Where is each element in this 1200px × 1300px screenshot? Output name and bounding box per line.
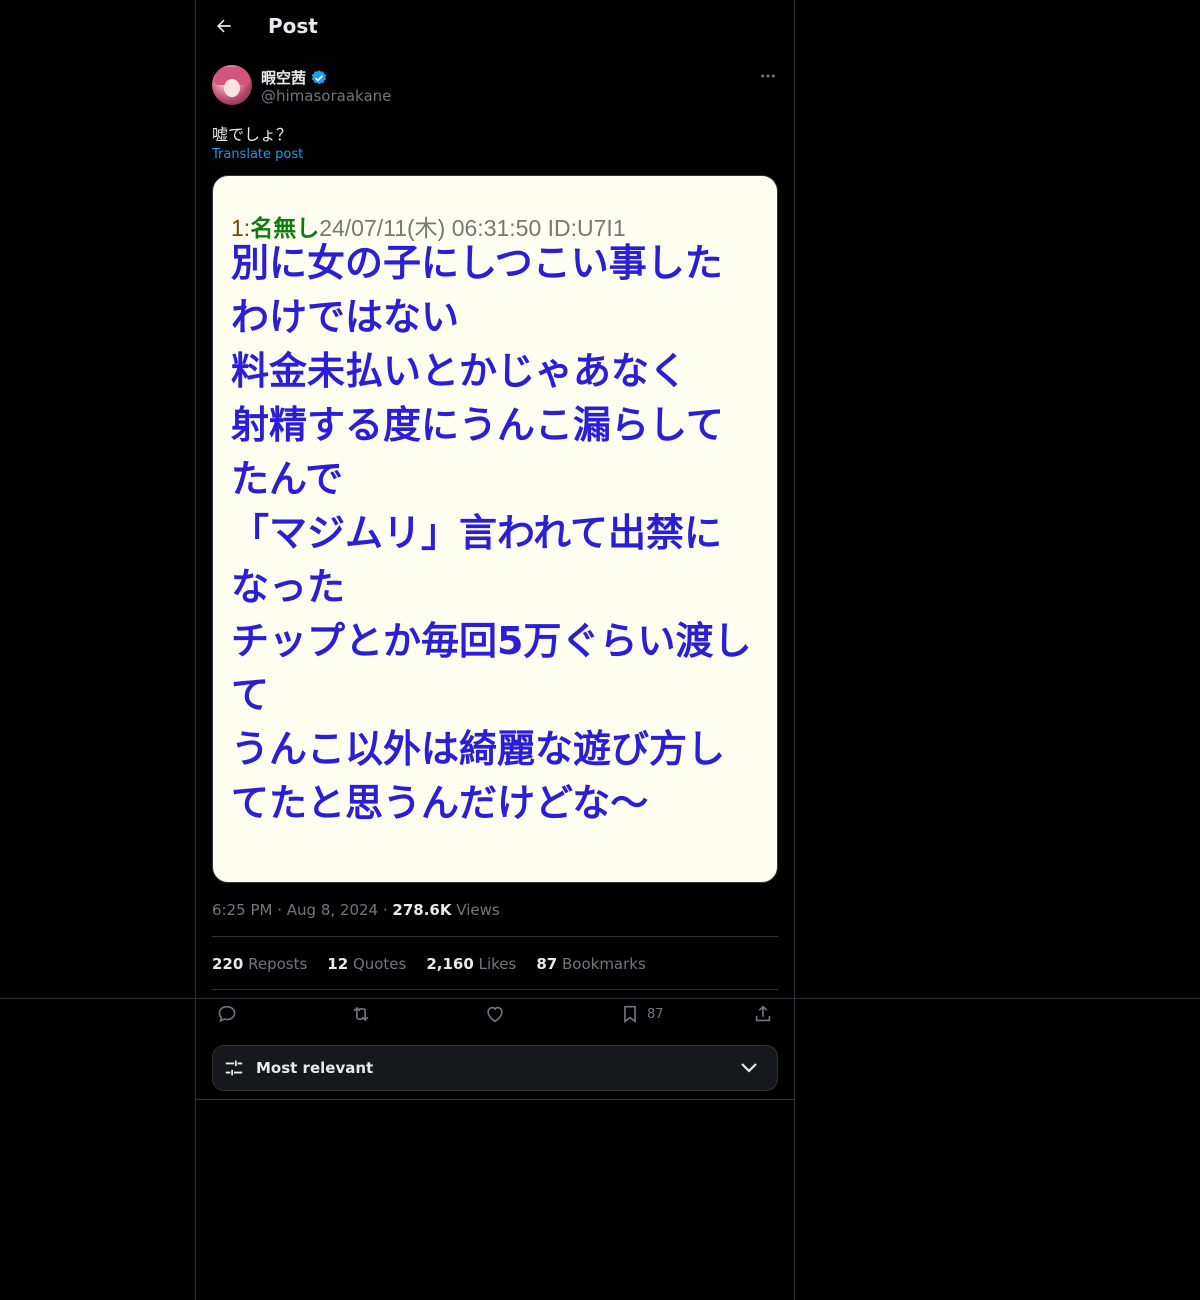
reposts-stat[interactable]: 220 Reposts bbox=[212, 955, 307, 973]
reply-icon bbox=[218, 1005, 236, 1023]
action-bar: 87 bbox=[196, 1000, 794, 1030]
views-count: 278.6K bbox=[392, 901, 452, 919]
viewport-divider bbox=[0, 998, 1200, 999]
author-name-row[interactable]: 暇空茜 bbox=[261, 67, 328, 88]
share-icon bbox=[755, 1005, 771, 1022]
views-label: Views bbox=[456, 901, 500, 919]
bookmark-count: 87 bbox=[647, 1006, 664, 1022]
page-title: Post bbox=[268, 14, 318, 38]
bbs-line: 射精する度にうんこ漏らして bbox=[231, 403, 724, 447]
bbs-line: 「マジムリ」言われて出禁に bbox=[231, 511, 722, 555]
bbs-line: わけではない bbox=[231, 295, 460, 339]
share-button[interactable] bbox=[752, 1002, 774, 1026]
repost-icon bbox=[353, 1006, 369, 1022]
more-options-button[interactable] bbox=[756, 64, 780, 88]
repost-button[interactable] bbox=[350, 1002, 372, 1026]
bbs-line: たんで bbox=[231, 457, 344, 501]
back-button[interactable] bbox=[210, 12, 238, 40]
bbs-line: チップとか毎回5万ぐらい渡し bbox=[231, 619, 752, 663]
verified-badge-icon bbox=[311, 69, 327, 84]
post-date[interactable]: Aug 8, 2024 bbox=[287, 901, 378, 919]
bookmarks-stat[interactable]: 87 Bookmarks bbox=[536, 955, 645, 973]
divider bbox=[196, 1099, 794, 1100]
author-handle[interactable]: @himasoraakane bbox=[261, 87, 391, 105]
more-dots-icon bbox=[761, 74, 775, 78]
bookmark-icon bbox=[624, 1005, 636, 1023]
sort-label: Most relevant bbox=[256, 1059, 374, 1077]
bbs-line: てたと思うんだけどな〜 bbox=[231, 781, 649, 825]
sort-replies-dropdown[interactable]: Most relevant bbox=[212, 1045, 778, 1091]
like-button[interactable] bbox=[484, 1002, 506, 1026]
bbs-line: なった bbox=[231, 565, 346, 609]
bbs-post-body: 別に女の子にしつこい事した わけではない 料金未払いとかじゃあなく 射精する度に… bbox=[231, 236, 771, 830]
sliders-icon bbox=[225, 1060, 243, 1076]
main-column: Post 暇空茜 @himasoraakane 嘘でしょ？ Translate … bbox=[195, 0, 795, 1300]
reply-button[interactable] bbox=[216, 1002, 238, 1026]
quotes-stat[interactable]: 12 Quotes bbox=[327, 955, 406, 973]
bbs-line: て bbox=[231, 673, 270, 717]
divider bbox=[212, 989, 778, 990]
post-image[interactable]: 1:名無し24/07/11(木) 06:31:50 ID:U7I1 別に女の子に… bbox=[212, 175, 778, 883]
bbs-line: うんこ以外は綺麗な遊び方し bbox=[231, 727, 726, 771]
post-time[interactable]: 6:25 PM bbox=[212, 901, 272, 919]
engagement-stats: 220 Reposts 12 Quotes 2,160 Likes 87 Boo… bbox=[212, 955, 646, 973]
post-text: 嘘でしょ？ bbox=[212, 125, 293, 144]
chevron-down-icon bbox=[741, 1063, 757, 1073]
likes-stat[interactable]: 2,160 Likes bbox=[426, 955, 516, 973]
bookmark-button[interactable]: 87 bbox=[619, 1002, 664, 1026]
top-bar: Post bbox=[196, 0, 794, 55]
translate-post-link[interactable]: Translate post bbox=[212, 147, 303, 162]
avatar[interactable] bbox=[212, 65, 252, 105]
post-meta: 6:25 PM · Aug 8, 2024 · 278.6K Views bbox=[212, 901, 500, 919]
author-name[interactable]: 暇空茜 bbox=[261, 67, 306, 88]
arrow-left-icon bbox=[217, 19, 231, 33]
heart-icon bbox=[487, 1006, 503, 1023]
bbs-line: 料金未払いとかじゃあなく bbox=[231, 349, 688, 393]
divider bbox=[212, 936, 778, 937]
bbs-line: 別に女の子にしつこい事した bbox=[231, 241, 723, 285]
